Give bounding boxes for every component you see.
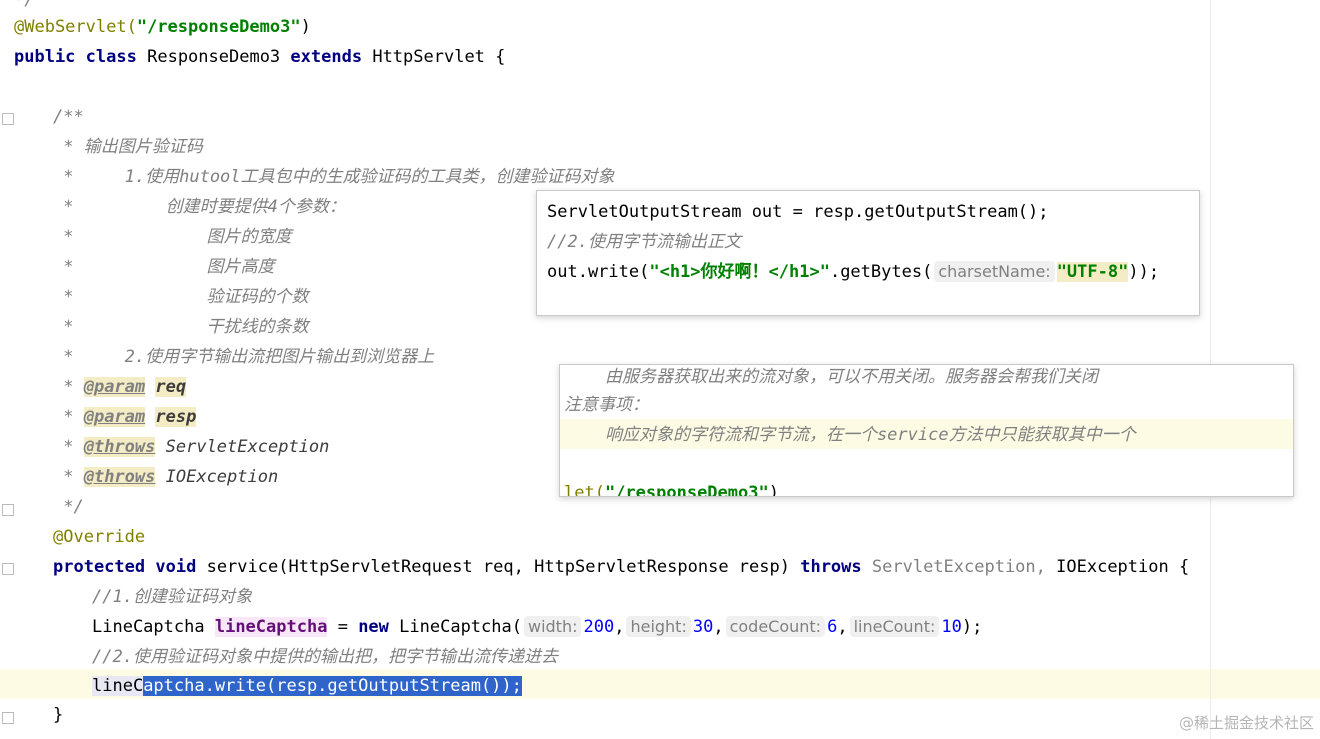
doc-close: */ — [53, 497, 84, 517]
throws-tag: @throws — [83, 437, 156, 457]
popup-close: )); — [1128, 262, 1160, 282]
kw-extends: extends — [290, 47, 363, 67]
doc-line-8: * 2.使用字节输出流把图片输出到浏览器上 — [53, 347, 435, 367]
doc-line-7: * 干扰线的条数 — [53, 317, 309, 337]
webservlet-annotation: @WebServlet( — [14, 17, 137, 37]
popup2-close: ) — [768, 483, 779, 497]
doc-star: * — [53, 437, 84, 457]
io-exception-ref: IOException — [165, 467, 279, 487]
kw-new: new — [358, 617, 389, 637]
code-line-annotation: @WebServlet("/responseDemo3") — [14, 12, 311, 42]
var-linecaptcha: lineCaptcha — [214, 617, 328, 637]
doc-preview-popup: 由服务器获取出来的流对象，可以不用关闭。服务器会帮我们关闭 注意事项： 响应对象… — [559, 364, 1294, 497]
popup2-line-4: let("/responseDemo3") — [564, 478, 779, 497]
popup-getbytes: .getBytes( — [829, 262, 933, 282]
fold-marker-method-end-icon[interactable] — [2, 712, 14, 724]
popup2-line-3: 响应对象的字符流和字节流，在一个service方法中只能获取其中一个 — [564, 425, 1136, 445]
popup-line-1: ServletOutputStream out = resp.getOutput… — [547, 202, 1049, 222]
throws-tag: @throws — [83, 467, 156, 487]
inlay-hint-height: height: — [626, 616, 691, 637]
doc-line-5: * 图片高度 — [53, 257, 275, 277]
super-class: HttpServlet { — [372, 47, 506, 67]
code-line-class-decl: public class ResponseDemo3 extends HttpS… — [14, 42, 505, 72]
popup2-annotation-fragment: let( — [564, 483, 605, 497]
servlet-path-string: "/responseDemo3" — [136, 17, 301, 37]
popup-line-3: out.write("<h1>你好啊！</h1>".getBytes(chars… — [547, 257, 1159, 287]
param-tag: @param — [83, 377, 146, 397]
popup-line-2: //2.使用字节流输出正文 — [547, 232, 741, 252]
arg-width: 200 — [583, 617, 615, 637]
popup2-line-2: 注意事项： — [564, 395, 649, 415]
closing-brace: } — [53, 705, 64, 725]
throws-servlet-exception: ServletException, — [871, 557, 1046, 577]
param-resp: resp — [155, 407, 197, 427]
doc-line-3: * 创建时要提供4个参数： — [53, 197, 346, 217]
kw-protected: protected — [53, 557, 146, 577]
comment-create-captcha: //1.创建验证码对象 — [92, 587, 252, 607]
popup-utf8-string: "UTF-8" — [1056, 262, 1129, 282]
class-name: ResponseDemo3 — [147, 47, 281, 67]
kw-throws: throws — [800, 557, 862, 577]
popup-write-call: out.write( — [547, 262, 650, 282]
inlay-hint-linecount: lineCount: — [849, 616, 940, 637]
popup-html-string: "<h1>你好啊！</h1>" — [649, 262, 830, 282]
code-line-new-captcha: LineCaptcha lineCaptcha = new LineCaptch… — [92, 616, 983, 637]
doc-throws-servlet-line: * @throws ServletException — [53, 432, 329, 462]
assign-op: = — [337, 617, 348, 637]
kw-public: public — [14, 47, 76, 67]
doc-open: /** — [53, 107, 84, 127]
inlay-hint-width: width: — [523, 616, 582, 637]
doc-throws-io-line: * @throws IOException — [53, 462, 278, 492]
inlay-hint-charsetname: charsetName: — [934, 261, 1055, 282]
popup2-path-string: "/responseDemo3" — [604, 483, 769, 497]
doc-param-req-line: * @param req — [53, 372, 187, 402]
doc-line-6: * 验证码的个数 — [53, 287, 309, 307]
popup2-line-1: 由服务器获取出来的流对象，可以不用关闭。服务器会帮我们关闭 — [564, 367, 1098, 387]
param-req: req — [155, 377, 187, 397]
doc-fragment: */ — [14, 0, 35, 10]
arg-height: 30 — [692, 617, 714, 637]
method-signature: service(HttpServletRequest req, HttpServ… — [206, 557, 790, 577]
throws-io-exception: IOException { — [1056, 557, 1190, 577]
doc-param-resp-line: * @param resp — [53, 402, 197, 432]
code-line-method-decl: protected void service(HttpServletReques… — [53, 552, 1189, 582]
comment-write-stream: //2.使用验证码对象中提供的输出把，把字节输出流传递进去 — [92, 647, 558, 667]
override-annotation: @Override — [53, 527, 146, 547]
kw-void: void — [155, 557, 197, 577]
code-line-write[interactable]: lineCaptcha.write(resp.getOutputStream()… — [92, 671, 522, 701]
kw-class: class — [85, 47, 137, 67]
watermark: @稀土掘金技术社区 — [1178, 714, 1314, 732]
fold-marker-doc-icon[interactable] — [2, 113, 14, 125]
doc-line-1: * 输出图片验证码 — [53, 137, 203, 157]
servlet-exception-ref: ServletException — [165, 437, 330, 457]
type-linecaptcha: LineCaptcha — [92, 617, 205, 637]
fold-marker-method-icon[interactable] — [2, 563, 14, 575]
arg-linecount: 10 — [941, 617, 962, 637]
fold-marker-doc-end-icon[interactable] — [2, 504, 14, 516]
doc-star: * — [53, 467, 84, 487]
doc-line-2: * 1.使用hutool工具包中的生成验证码的工具类，创建验证码对象 — [53, 167, 615, 187]
annotation-close: ) — [300, 17, 311, 37]
inlay-hint-codecount: codeCount: — [725, 616, 826, 637]
write-prefix: lineC — [92, 676, 144, 696]
param-tag: @param — [83, 407, 146, 427]
arg-codecount: 6 — [827, 617, 838, 637]
doc-star: * — [53, 377, 84, 397]
doc-star: * — [53, 407, 84, 427]
doc-line-4: * 图片的宽度 — [53, 227, 292, 247]
ctor-call: LineCaptcha( — [399, 617, 522, 637]
selected-text[interactable]: aptcha.write(resp.getOutputStream()); — [143, 676, 522, 696]
code-preview-popup: ServletOutputStream out = resp.getOutput… — [536, 190, 1200, 316]
ctor-close: ); — [961, 617, 983, 637]
